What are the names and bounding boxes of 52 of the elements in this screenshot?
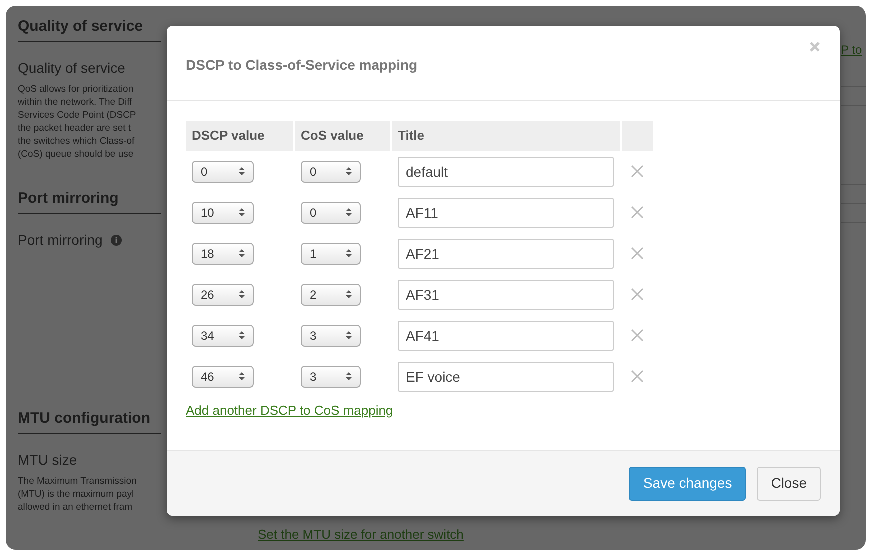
dropdown[interactable]: 10 — [192, 202, 254, 224]
remove-icon[interactable] — [631, 370, 644, 383]
description-text: The Maximum Transmission (MTU) is the maximum payl allowed in an ethernet fram — [18, 474, 138, 514]
section-heading: Port mirroring — [18, 188, 161, 214]
close-button[interactable]: Close — [757, 466, 821, 500]
column-header: CoS value — [295, 121, 390, 151]
remove-icon[interactable] — [631, 206, 644, 219]
up-down-caret-icon — [239, 372, 245, 381]
dropdown[interactable]: 3 — [301, 366, 361, 388]
close-icon[interactable] — [810, 42, 820, 52]
up-down-caret-icon — [346, 249, 352, 258]
title-input[interactable]: AF31 — [398, 280, 614, 310]
info-icon — [110, 234, 122, 246]
up-down-caret-icon — [239, 249, 245, 258]
up-down-caret-icon — [346, 331, 352, 340]
dropdown[interactable]: 34 — [192, 324, 254, 346]
dialog-title: DSCP to Class-of-Service mapping — [186, 56, 418, 75]
field-label: MTU size — [18, 450, 78, 470]
dropdown[interactable]: 0 — [301, 202, 361, 224]
remove-icon[interactable] — [631, 247, 644, 260]
dropdown[interactable]: 18 — [192, 242, 254, 264]
title-input[interactable]: AF41 — [398, 320, 614, 350]
field-label: Quality of service — [18, 58, 126, 78]
dropdown[interactable]: 1 — [301, 242, 361, 264]
up-down-caret-icon — [346, 167, 352, 176]
up-down-caret-icon — [239, 208, 245, 217]
dropdown[interactable]: 2 — [301, 284, 361, 306]
title-input[interactable]: default — [398, 156, 614, 186]
section-heading: MTU configuration — [18, 408, 161, 434]
dropdown[interactable]: 3 — [301, 324, 361, 346]
dropdown[interactable]: 0 — [192, 160, 254, 182]
column-header: DSCP value — [186, 121, 293, 151]
title-input[interactable]: AF21 — [398, 238, 614, 268]
dropdown[interactable]: 26 — [192, 284, 254, 306]
dropdown[interactable]: 0 — [301, 160, 361, 182]
dropdown[interactable]: 46 — [192, 366, 254, 388]
remove-icon[interactable] — [631, 329, 644, 342]
field-label: Port mirroring — [18, 230, 103, 250]
title-input[interactable]: EF voice — [398, 362, 614, 392]
up-down-caret-icon — [346, 208, 352, 217]
add-mapping-link[interactable]: Add another DSCP to CoS mapping — [186, 403, 394, 418]
up-down-caret-icon — [239, 331, 245, 340]
description-text: QoS allows for prioritization within the network. The Diff Services Code Point (DSCP the packet header are set t the switches which Class-of (CoS) queue should be use — [18, 82, 138, 160]
remove-icon[interactable] — [631, 288, 644, 301]
up-down-caret-icon — [239, 290, 245, 299]
up-down-caret-icon — [346, 372, 352, 381]
up-down-caret-icon — [239, 167, 245, 176]
remove-icon[interactable] — [631, 165, 644, 178]
column-header: Title — [392, 121, 620, 151]
section-heading: Quality of service — [18, 16, 161, 42]
up-down-caret-icon — [346, 290, 352, 299]
title-input[interactable]: AF11 — [398, 198, 614, 228]
